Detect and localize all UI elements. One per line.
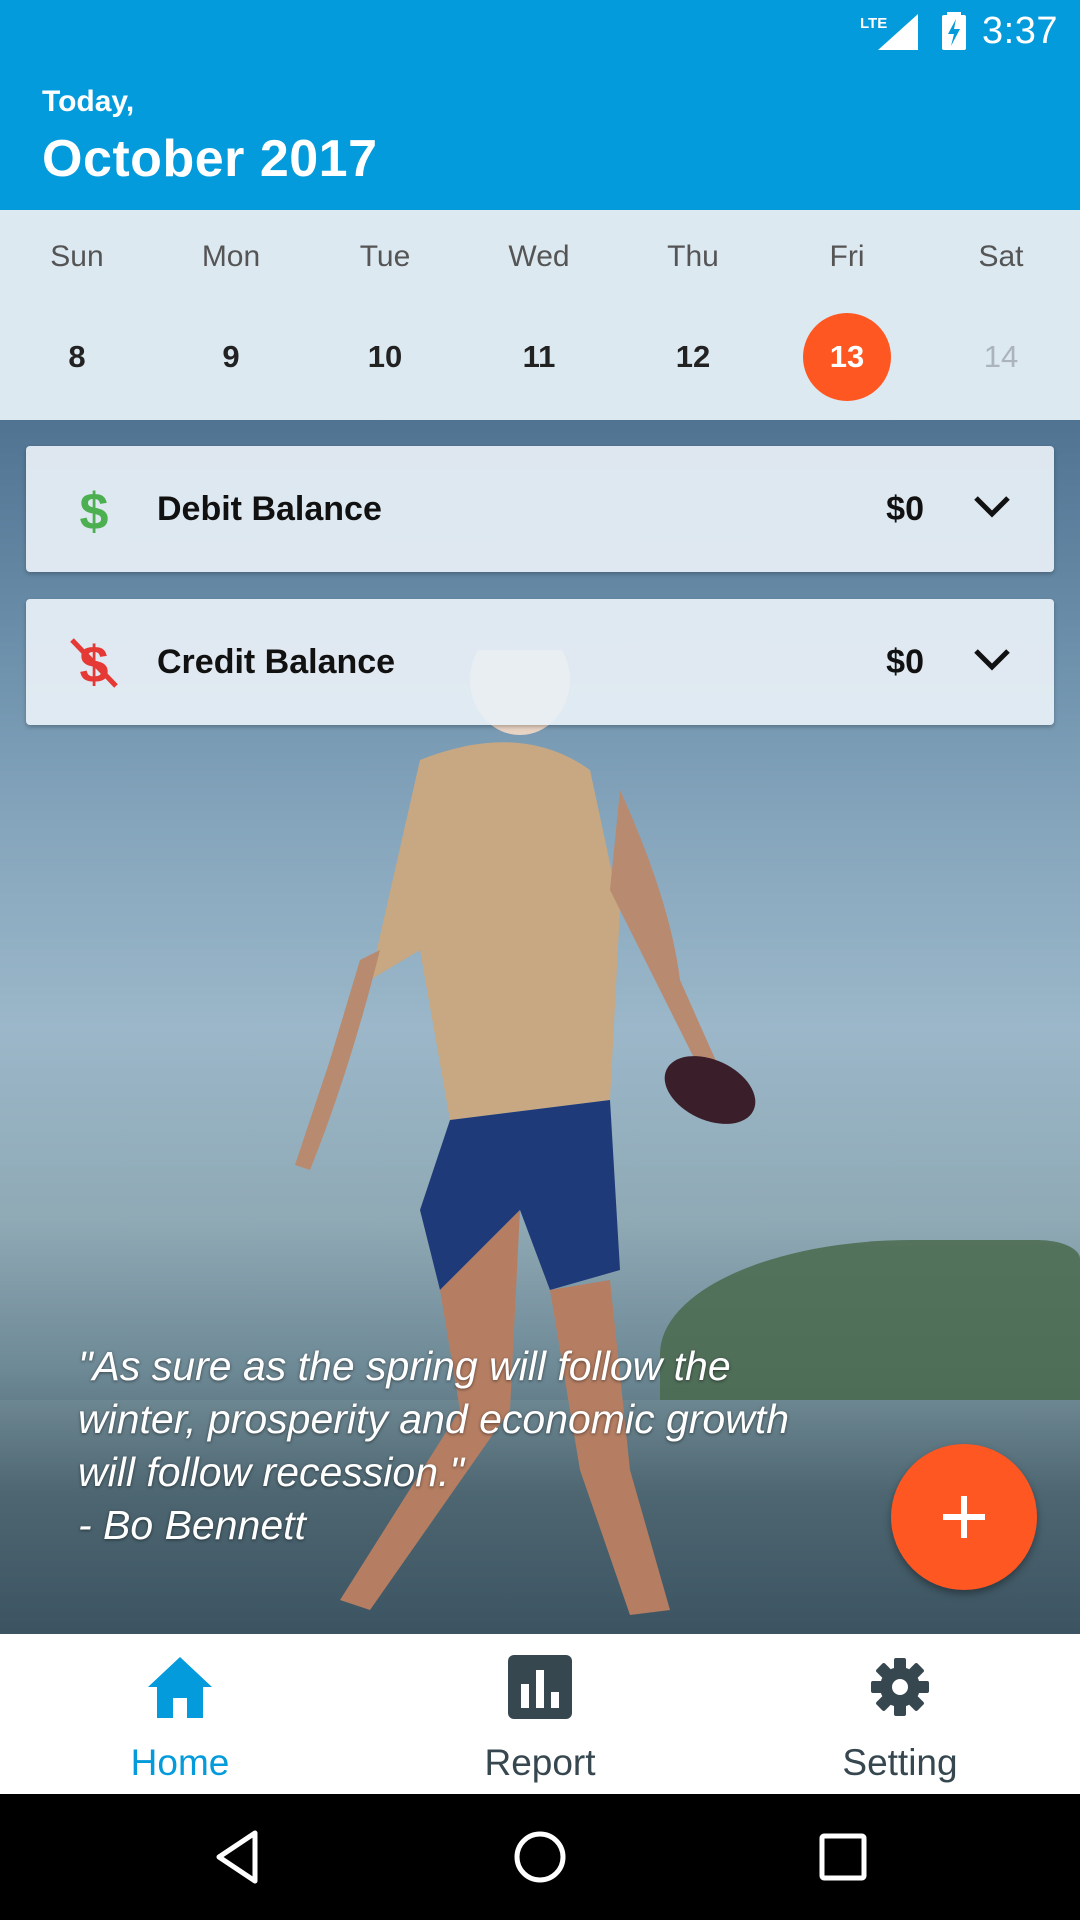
home-icon	[148, 1657, 212, 1718]
back-icon[interactable]	[207, 1827, 267, 1887]
chevron-down-icon[interactable]	[972, 645, 1012, 675]
day-number: 8	[68, 339, 86, 374]
day-number: 12	[675, 339, 711, 374]
day-name: Thu	[667, 240, 719, 273]
day-mon[interactable]: Mon 9	[154, 210, 308, 420]
quote-text: "As sure as the spring will follow the w…	[78, 1343, 790, 1548]
svg-text:LTE: LTE	[860, 15, 887, 32]
day-tue[interactable]: Tue 10	[308, 210, 462, 420]
nav-setting[interactable]: Setting	[720, 1634, 1080, 1794]
credit-balance-label: Credit Balance	[157, 643, 396, 681]
header-subtitle: Today,	[42, 85, 135, 118]
day-number: 11	[522, 339, 556, 374]
debit-balance-label: Debit Balance	[157, 490, 382, 528]
day-name: Fri	[829, 240, 865, 273]
chevron-down-icon[interactable]	[972, 492, 1012, 522]
day-number: 10	[367, 339, 403, 374]
nav-report[interactable]: Report	[360, 1634, 720, 1794]
recents-icon[interactable]	[813, 1827, 873, 1887]
day-sat: Sat 14	[924, 210, 1078, 420]
day-name: Sat	[978, 240, 1024, 273]
bar-chart-icon	[508, 1655, 572, 1719]
future-day-number: 14	[983, 339, 1019, 374]
app-header: Today, October 2017	[0, 63, 1080, 210]
day-name: Sun	[50, 240, 104, 273]
bottom-navigation: Home Report Setting	[0, 1634, 1080, 1794]
dollar-off-icon: $	[70, 636, 118, 692]
debit-balance-amount: $0	[886, 490, 924, 528]
day-fri[interactable]: Fri 13	[770, 210, 924, 420]
selected-day-number: 13	[803, 313, 891, 401]
nav-report-label: Report	[484, 1742, 596, 1783]
plus-icon	[943, 1496, 985, 1538]
nav-home[interactable]: Home	[0, 1634, 360, 1794]
week-strip: Sun 8 Mon 9 Tue 10 Wed 11 Thu 12 Fri 13 …	[0, 210, 1080, 420]
credit-balance-card[interactable]: $ Credit Balance $0	[26, 599, 1054, 725]
day-name: Wed	[508, 240, 570, 273]
day-thu[interactable]: Thu 12	[616, 210, 770, 420]
day-number: 9	[222, 339, 240, 374]
day-wed[interactable]: Wed 11	[462, 210, 616, 420]
add-transaction-button[interactable]	[891, 1444, 1037, 1590]
status-bar: LTE 3:37	[0, 0, 1080, 63]
day-sun[interactable]: Sun 8	[0, 210, 154, 420]
home-circle-icon[interactable]	[510, 1827, 570, 1887]
nav-home-label: Home	[130, 1742, 230, 1783]
day-name: Tue	[359, 240, 411, 273]
debit-balance-card[interactable]: $ Debit Balance $0	[26, 446, 1054, 572]
day-name: Mon	[201, 240, 261, 273]
gear-icon	[871, 1658, 929, 1716]
page-title: October 2017	[42, 130, 378, 188]
battery-charging-icon	[942, 12, 966, 50]
status-time: 3:37	[982, 10, 1058, 52]
svg-text:$: $	[80, 483, 109, 539]
dollar-icon: $	[80, 483, 109, 539]
lte-signal-icon: LTE	[860, 14, 918, 50]
credit-balance-amount: $0	[886, 643, 924, 681]
system-navigation-bar	[0, 1794, 1080, 1920]
nav-setting-label: Setting	[842, 1742, 958, 1783]
